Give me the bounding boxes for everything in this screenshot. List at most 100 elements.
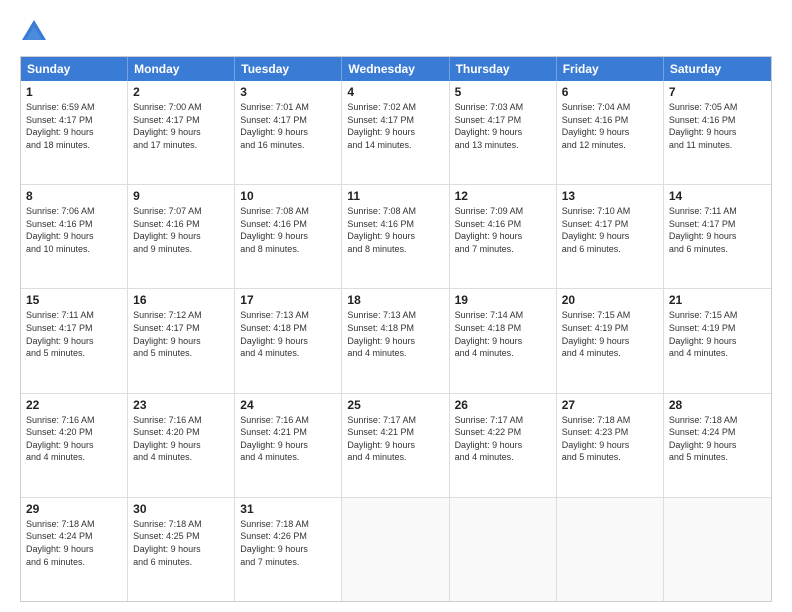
calendar-row: 22 Sunrise: 7:16 AMSunset: 4:20 PMDayligh… (21, 393, 771, 497)
cell-text: Sunrise: 7:18 AMSunset: 4:24 PMDaylight:… (669, 414, 766, 464)
logo-icon (20, 18, 48, 46)
calendar-row: 15 Sunrise: 7:11 AMSunset: 4:17 PMDayligh… (21, 288, 771, 392)
calendar-cell: 16 Sunrise: 7:12 AMSunset: 4:17 PMDayligh… (128, 289, 235, 392)
cell-text: Sunrise: 7:04 AMSunset: 4:16 PMDaylight:… (562, 101, 658, 151)
calendar-cell: 6 Sunrise: 7:04 AMSunset: 4:16 PMDaylight… (557, 81, 664, 184)
day-number: 13 (562, 189, 658, 203)
day-number: 5 (455, 85, 551, 99)
calendar-cell: 26Sunrise: 7:17 AMSunset: 4:22 PMDayligh… (450, 394, 557, 497)
calendar-cell: 1 Sunrise: 6:59 AMSunset: 4:17 PMDaylight… (21, 81, 128, 184)
calendar-cell: 8 Sunrise: 7:06 AMSunset: 4:16 PMDaylight… (21, 185, 128, 288)
calendar-cell: 29 Sunrise: 7:18 AMSunset: 4:24 PMDayligh… (21, 498, 128, 601)
day-number: 30 (133, 502, 229, 516)
cell-text: Sunrise: 7:01 AMSunset: 4:17 PMDaylight:… (240, 101, 336, 151)
cell-text: Sunrise: 7:07 AMSunset: 4:16 PMDaylight:… (133, 205, 229, 255)
cell-text: Sunrise: 7:18 AMSunset: 4:24 PMDaylight:… (26, 518, 122, 568)
cell-text: Sunrise: 7:16 AMSunset: 4:21 PMDaylight:… (240, 414, 336, 464)
calendar-row: 8 Sunrise: 7:06 AMSunset: 4:16 PMDaylight… (21, 184, 771, 288)
calendar-cell: 25 Sunrise: 7:17 AMSunset: 4:21 PMDayligh… (342, 394, 449, 497)
day-number: 2 (133, 85, 229, 99)
day-number: 7 (669, 85, 766, 99)
calendar-cell: 28 Sunrise: 7:18 AMSunset: 4:24 PMDayligh… (664, 394, 771, 497)
header (20, 18, 772, 46)
calendar-cell: 14 Sunrise: 7:11 AMSunset: 4:17 PMDayligh… (664, 185, 771, 288)
calendar-cell: 18 Sunrise: 7:13 AMSunset: 4:18 PMDayligh… (342, 289, 449, 392)
day-number: 17 (240, 293, 336, 307)
day-number: 21 (669, 293, 766, 307)
calendar-cell: 5 Sunrise: 7:03 AMSunset: 4:17 PMDaylight… (450, 81, 557, 184)
day-number: 1 (26, 85, 122, 99)
day-number: 29 (26, 502, 122, 516)
calendar-row: 1 Sunrise: 6:59 AMSunset: 4:17 PMDaylight… (21, 81, 771, 184)
cell-text: Sunrise: 7:14 AMSunset: 4:18 PMDaylight:… (455, 309, 551, 359)
calendar-header-wednesday: Wednesday (342, 57, 449, 81)
cell-text: Sunrise: 7:03 AMSunset: 4:17 PMDaylight:… (455, 101, 551, 151)
calendar-cell: 2 Sunrise: 7:00 AMSunset: 4:17 PMDaylight… (128, 81, 235, 184)
calendar-cell: 13 Sunrise: 7:10 AMSunset: 4:17 PMDayligh… (557, 185, 664, 288)
calendar-cell (557, 498, 664, 601)
calendar-cell: 9Sunrise: 7:07 AMSunset: 4:16 PMDaylight… (128, 185, 235, 288)
day-number: 18 (347, 293, 443, 307)
day-number: 19 (455, 293, 551, 307)
day-number: 23 (133, 398, 229, 412)
day-number: 14 (669, 189, 766, 203)
cell-text: Sunrise: 7:13 AMSunset: 4:18 PMDaylight:… (347, 309, 443, 359)
calendar-cell: 21 Sunrise: 7:15 AMSunset: 4:19 PMDayligh… (664, 289, 771, 392)
calendar-cell: 24 Sunrise: 7:16 AMSunset: 4:21 PMDayligh… (235, 394, 342, 497)
day-number: 3 (240, 85, 336, 99)
day-number: 28 (669, 398, 766, 412)
day-number: 15 (26, 293, 122, 307)
cell-text: Sunrise: 7:11 AMSunset: 4:17 PMDaylight:… (669, 205, 766, 255)
day-number: 16 (133, 293, 229, 307)
calendar-cell: 11Sunrise: 7:08 AMSunset: 4:16 PMDayligh… (342, 185, 449, 288)
calendar-header-monday: Monday (128, 57, 235, 81)
calendar-cell: 20Sunrise: 7:15 AMSunset: 4:19 PMDayligh… (557, 289, 664, 392)
logo (20, 18, 52, 46)
cell-text: Sunrise: 7:10 AMSunset: 4:17 PMDaylight:… (562, 205, 658, 255)
cell-text: Sunrise: 7:06 AMSunset: 4:16 PMDaylight:… (26, 205, 122, 255)
cell-text: Sunrise: 7:11 AMSunset: 4:17 PMDaylight:… (26, 309, 122, 359)
day-number: 11 (347, 189, 443, 203)
cell-text: Sunrise: 7:12 AMSunset: 4:17 PMDaylight:… (133, 309, 229, 359)
cell-text: Sunrise: 7:18 AMSunset: 4:25 PMDaylight:… (133, 518, 229, 568)
cell-text: Sunrise: 7:15 AMSunset: 4:19 PMDaylight:… (669, 309, 766, 359)
calendar-cell: 7 Sunrise: 7:05 AMSunset: 4:16 PMDaylight… (664, 81, 771, 184)
calendar-cell (342, 498, 449, 601)
day-number: 12 (455, 189, 551, 203)
calendar-cell (664, 498, 771, 601)
cell-text: Sunrise: 7:00 AMSunset: 4:17 PMDaylight:… (133, 101, 229, 151)
calendar-cell (450, 498, 557, 601)
cell-text: Sunrise: 7:18 AMSunset: 4:26 PMDaylight:… (240, 518, 336, 568)
calendar-row: 29 Sunrise: 7:18 AMSunset: 4:24 PMDayligh… (21, 497, 771, 601)
cell-text: Sunrise: 7:15 AMSunset: 4:19 PMDaylight:… (562, 309, 658, 359)
calendar-header: SundayMondayTuesdayWednesdayThursdayFrid… (21, 57, 771, 81)
calendar-header-thursday: Thursday (450, 57, 557, 81)
calendar-cell: 12 Sunrise: 7:09 AMSunset: 4:16 PMDayligh… (450, 185, 557, 288)
cell-text: Sunrise: 7:05 AMSunset: 4:16 PMDaylight:… (669, 101, 766, 151)
day-number: 10 (240, 189, 336, 203)
calendar: SundayMondayTuesdayWednesdayThursdayFrid… (20, 56, 772, 602)
cell-text: Sunrise: 6:59 AMSunset: 4:17 PMDaylight:… (26, 101, 122, 151)
cell-text: Sunrise: 7:08 AMSunset: 4:16 PMDaylight:… (240, 205, 336, 255)
calendar-cell: 27Sunrise: 7:18 AMSunset: 4:23 PMDayligh… (557, 394, 664, 497)
day-number: 8 (26, 189, 122, 203)
calendar-header-tuesday: Tuesday (235, 57, 342, 81)
cell-text: Sunrise: 7:09 AMSunset: 4:16 PMDaylight:… (455, 205, 551, 255)
day-number: 25 (347, 398, 443, 412)
page: SundayMondayTuesdayWednesdayThursdayFrid… (0, 0, 792, 612)
day-number: 31 (240, 502, 336, 516)
cell-text: Sunrise: 7:13 AMSunset: 4:18 PMDaylight:… (240, 309, 336, 359)
day-number: 24 (240, 398, 336, 412)
calendar-cell: 15 Sunrise: 7:11 AMSunset: 4:17 PMDayligh… (21, 289, 128, 392)
day-number: 6 (562, 85, 658, 99)
day-number: 4 (347, 85, 443, 99)
calendar-cell: 3 Sunrise: 7:01 AMSunset: 4:17 PMDaylight… (235, 81, 342, 184)
calendar-cell: 10 Sunrise: 7:08 AMSunset: 4:16 PMDayligh… (235, 185, 342, 288)
day-number: 27 (562, 398, 658, 412)
cell-text: Sunrise: 7:16 AMSunset: 4:20 PMDaylight:… (133, 414, 229, 464)
cell-text: Sunrise: 7:02 AMSunset: 4:17 PMDaylight:… (347, 101, 443, 151)
cell-text: Sunrise: 7:17 AMSunset: 4:21 PMDaylight:… (347, 414, 443, 464)
calendar-cell: 31 Sunrise: 7:18 AMSunset: 4:26 PMDayligh… (235, 498, 342, 601)
day-number: 22 (26, 398, 122, 412)
calendar-cell: 17 Sunrise: 7:13 AMSunset: 4:18 PMDayligh… (235, 289, 342, 392)
